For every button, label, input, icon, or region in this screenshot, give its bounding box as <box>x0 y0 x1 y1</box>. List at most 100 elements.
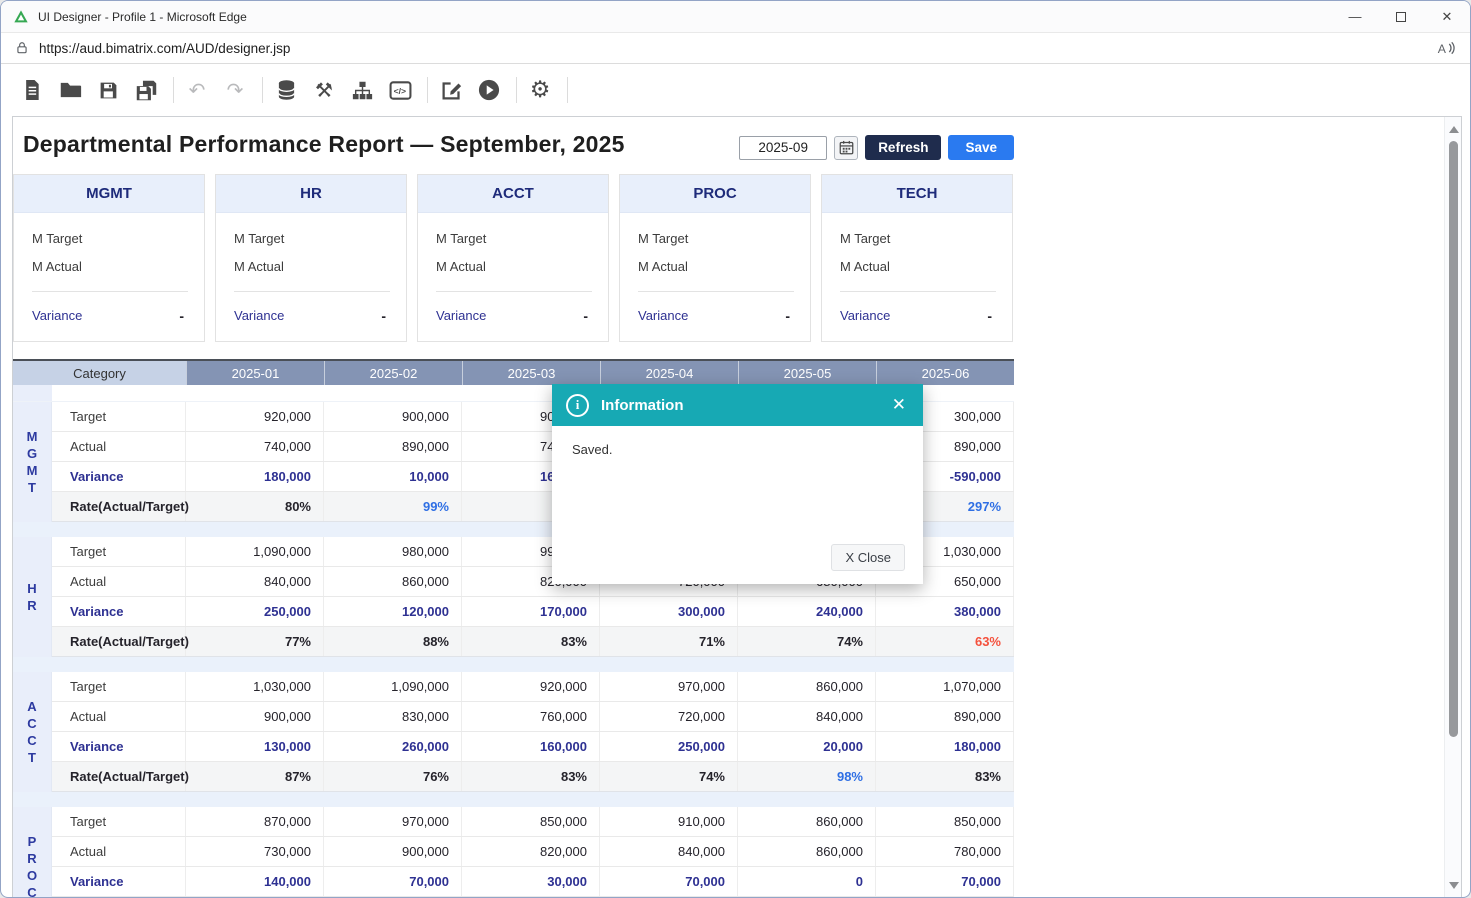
cell-mgmt-variance-2025-01: 180,000 <box>186 462 324 491</box>
cell-proc-variance-2025-04: 70,000 <box>600 867 738 896</box>
cell-acct-rate-2025-02: 76% <box>324 762 462 791</box>
cell-acct-variance-2025-05: 20,000 <box>738 732 876 761</box>
dialog-header: i Information ✕ <box>552 384 923 426</box>
card-target-label: M Target <box>436 231 592 246</box>
card-title: HR <box>216 175 406 213</box>
column-header-month: 2025-03 <box>462 361 600 385</box>
cell-acct-target-2025-02: 1,090,000 <box>324 672 462 701</box>
card-target-label: M Target <box>234 231 390 246</box>
cell-acct-actual-2025-03: 760,000 <box>462 702 600 731</box>
cell-hr-variance-2025-04: 300,000 <box>600 597 738 626</box>
vertical-scrollbar[interactable] <box>1444 117 1461 898</box>
minimize-button[interactable]: — <box>1332 1 1378 32</box>
toolbar-separator <box>516 77 517 103</box>
scrollbar-thumb[interactable] <box>1449 141 1458 737</box>
group-label-mgmt: MGMT <box>13 402 52 522</box>
row-label: Actual <box>52 837 186 866</box>
run-icon[interactable] <box>476 77 502 103</box>
window-title: UI Designer - Profile 1 - Microsoft Edge <box>38 10 247 24</box>
calendar-button[interactable] <box>834 136 858 160</box>
cell-acct-variance-2025-01: 130,000 <box>186 732 324 761</box>
undo-icon: ↶ <box>184 77 210 103</box>
cell-acct-actual-2025-06: 890,000 <box>876 702 1014 731</box>
card-title: MGMT <box>14 175 204 213</box>
new-document-icon[interactable] <box>19 77 45 103</box>
database-icon[interactable] <box>273 77 299 103</box>
scroll-down-arrow-icon[interactable] <box>1449 882 1459 889</box>
cell-mgmt-actual-2025-01: 740,000 <box>186 432 324 461</box>
cell-hr-target-2025-02: 980,000 <box>324 537 462 566</box>
edit-icon[interactable] <box>438 77 464 103</box>
cell-proc-target-2025-02: 970,000 <box>324 807 462 836</box>
card-variance-value: - <box>583 308 592 324</box>
column-header-category: Category <box>13 361 186 385</box>
row-label: Rate(Actual/Target) <box>52 627 186 656</box>
close-button[interactable]: ✕ <box>1424 1 1470 32</box>
row-label: Rate(Actual/Target) <box>52 492 186 521</box>
cell-hr-rate-2025-04: 71% <box>600 627 738 656</box>
cell-acct-target-2025-01: 1,030,000 <box>186 672 324 701</box>
table-group-proc: PROCTarget870,000970,000850,000910,00086… <box>13 807 1014 898</box>
card-target-label: M Target <box>32 231 188 246</box>
save-icon[interactable] <box>95 77 121 103</box>
save-all-icon[interactable] <box>133 77 159 103</box>
card-variance-label: Variance <box>436 308 486 324</box>
maximize-button[interactable] <box>1378 1 1424 32</box>
column-header-month: 2025-02 <box>324 361 462 385</box>
url-text: https://aud.bimatrix.com/AUD/designer.js… <box>39 41 290 56</box>
sitemap-icon[interactable] <box>349 77 375 103</box>
toolbar-separator <box>262 77 263 103</box>
scroll-up-arrow-icon[interactable] <box>1449 126 1459 133</box>
cell-proc-variance-2025-06: 70,000 <box>876 867 1014 896</box>
cell-hr-target-2025-01: 1,090,000 <box>186 537 324 566</box>
cell-proc-actual-2025-01: 730,000 <box>186 837 324 866</box>
svg-text:A: A <box>1438 42 1447 56</box>
column-header-month: 2025-06 <box>876 361 1014 385</box>
table-row-acct-rate: Rate(Actual/Target)87%76%83%74%98%83% <box>52 762 1014 792</box>
cell-proc-actual-2025-03: 820,000 <box>462 837 600 866</box>
cell-proc-variance-2025-01: 140,000 <box>186 867 324 896</box>
tools-icon[interactable]: ⚒ <box>311 77 337 103</box>
url-bar[interactable]: https://aud.bimatrix.com/AUD/designer.js… <box>1 33 1470 64</box>
cell-hr-variance-2025-02: 120,000 <box>324 597 462 626</box>
row-label: Target <box>52 807 186 836</box>
card-hr: HR M Target M Actual Variance- <box>215 174 407 342</box>
settings-icon[interactable]: ⚙ <box>527 77 553 103</box>
cell-proc-target-2025-06: 850,000 <box>876 807 1014 836</box>
read-aloud-icon[interactable]: A <box>1436 39 1456 57</box>
dialog-close-button[interactable]: X Close <box>831 544 905 571</box>
cell-mgmt-target-2025-02: 900,000 <box>324 402 462 431</box>
cell-proc-variance-2025-05: 0 <box>738 867 876 896</box>
code-icon[interactable]: </> <box>387 77 413 103</box>
refresh-button[interactable]: Refresh <box>865 135 941 160</box>
table-row-acct-actual: Actual900,000830,000760,000720,000840,00… <box>52 702 1014 732</box>
card-title: TECH <box>822 175 1012 213</box>
cell-proc-actual-2025-05: 860,000 <box>738 837 876 866</box>
card-variance-value: - <box>381 308 390 324</box>
cell-proc-actual-2025-02: 900,000 <box>324 837 462 866</box>
designer-canvas: Departmental Performance Report — Septem… <box>12 116 1462 898</box>
browser-window: UI Designer - Profile 1 - Microsoft Edge… <box>0 0 1471 898</box>
card-target-label: M Target <box>840 231 996 246</box>
dialog-message: Saved. <box>572 442 612 457</box>
open-folder-icon[interactable] <box>57 77 83 103</box>
cell-acct-rate-2025-04: 74% <box>600 762 738 791</box>
save-button[interactable]: Save <box>948 135 1014 160</box>
app-logo-icon <box>13 9 29 25</box>
dialog-close-icon[interactable]: ✕ <box>889 395 909 415</box>
card-actual-label: M Actual <box>638 259 794 274</box>
cell-proc-target-2025-03: 850,000 <box>462 807 600 836</box>
card-actual-label: M Actual <box>32 259 188 274</box>
cell-acct-rate-2025-06: 83% <box>876 762 1014 791</box>
cell-hr-rate-2025-01: 77% <box>186 627 324 656</box>
date-input[interactable] <box>739 136 827 160</box>
row-label: Actual <box>52 702 186 731</box>
cell-acct-actual-2025-01: 900,000 <box>186 702 324 731</box>
card-acct: ACCT M Target M Actual Variance- <box>417 174 609 342</box>
cell-hr-rate-2025-05: 74% <box>738 627 876 656</box>
dialog-title: Information <box>601 397 684 414</box>
svg-text:</>: </> <box>393 85 405 95</box>
cell-acct-target-2025-05: 860,000 <box>738 672 876 701</box>
cell-hr-variance-2025-06: 380,000 <box>876 597 1014 626</box>
table-group-spacer <box>13 657 1014 672</box>
